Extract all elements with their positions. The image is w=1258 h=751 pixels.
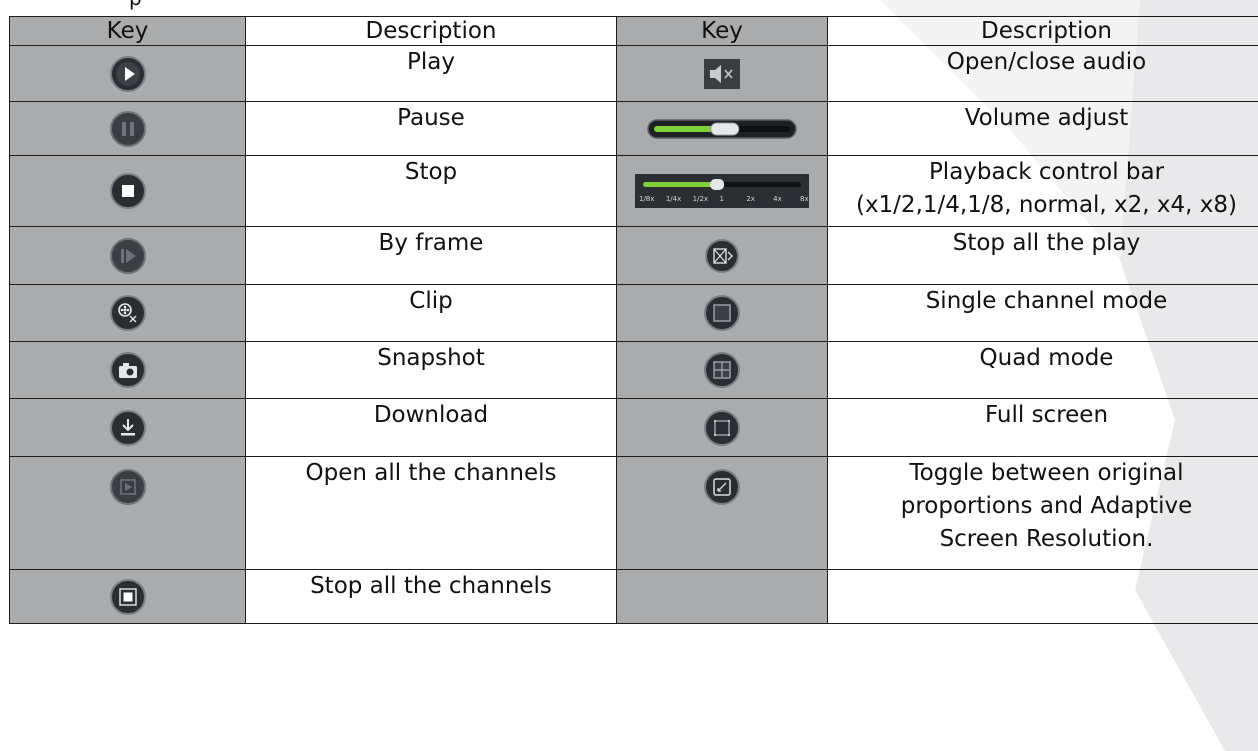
key-cell: [9, 569, 246, 624]
speed-label: 1: [720, 195, 724, 203]
table-row: By frame Stop all the play: [9, 226, 1258, 285]
description-cell: Snapshot: [245, 341, 617, 399]
key-cell: [616, 398, 828, 457]
table-row: Download Full screen: [9, 398, 1258, 457]
fullscreen-icon: [704, 409, 740, 446]
description-cell: Stop all the channels: [245, 569, 617, 624]
aspect-toggle-icon: [704, 469, 740, 505]
key-cell: [9, 456, 246, 570]
description-cell: By frame: [245, 226, 617, 285]
key-cell: [9, 45, 246, 102]
speed-label: 1/2x: [693, 195, 708, 203]
key-cell: [616, 456, 828, 570]
description-line: proportions and Adaptive: [900, 493, 1193, 519]
table-row: Stop 1/8x 1/4x 1/2x 1 2x 4x 8x Playback contro…: [9, 155, 1258, 227]
speed-label: 1/8x: [639, 195, 654, 203]
key-cell: [616, 101, 828, 156]
key-cell: [616, 226, 828, 285]
volume-slider-icon: [647, 118, 797, 140]
pause-icon: [109, 110, 146, 147]
speed-label: 8x: [800, 195, 809, 203]
description-cell: Open/close audio: [827, 45, 1258, 102]
keys-table-container: p Key Description Key Description Play: [9, 0, 1258, 751]
key-cell: [9, 101, 246, 156]
description-cell: Stop all the play: [827, 226, 1258, 285]
header-key-1: Key: [9, 16, 246, 46]
description-cell: Toggle between original proportions and …: [827, 456, 1258, 570]
single-channel-icon: [704, 295, 740, 331]
stop-icon: [109, 173, 146, 209]
key-cell: 1/8x 1/4x 1/2x 1 2x 4x 8x: [616, 155, 828, 227]
clip-scissors-icon: [109, 295, 146, 331]
description-line: Screen Resolution.: [939, 526, 1154, 552]
description-cell: Clip: [245, 284, 617, 342]
description-cell: Open all the channels: [245, 456, 617, 570]
header-key-2: Key: [616, 16, 828, 46]
key-cell: [616, 284, 828, 342]
key-cell: [616, 45, 828, 102]
caption-fragment: p: [129, 0, 142, 10]
table-row: Open all the channels Toggle between ori…: [9, 456, 1258, 570]
description-line: Toggle between original: [909, 460, 1184, 486]
frame-step-icon: [109, 237, 146, 274]
description-cell: Full screen: [827, 398, 1258, 457]
download-icon: [109, 409, 146, 446]
description-cell: Stop: [245, 155, 617, 227]
stop-all-channels-icon: [109, 578, 146, 615]
table-row: Play Open/close audio: [9, 45, 1258, 102]
description-cell: Single channel mode: [827, 284, 1258, 342]
mute-speaker-icon: [704, 58, 740, 89]
key-cell: [9, 284, 246, 342]
speed-label: 4x: [773, 195, 782, 203]
description-cell: Download: [245, 398, 617, 457]
table-row: Stop all the channels: [9, 569, 1258, 624]
header-description-1: Description: [245, 16, 617, 46]
key-cell-empty: [616, 569, 828, 624]
key-cell: [616, 341, 828, 399]
table-row: Clip Single channel mode: [9, 284, 1258, 342]
description-line: Playback control bar: [928, 159, 1165, 185]
table-header-row: Key Description Key Description: [9, 16, 1258, 46]
description-cell-empty: [827, 569, 1258, 624]
speed-label: 2x: [746, 195, 755, 203]
description-cell: Volume adjust: [827, 101, 1258, 156]
quad-grid-icon: [704, 352, 740, 388]
table-row: Snapshot Quad mode: [9, 341, 1258, 399]
table-row: Pause Volume adjust: [9, 101, 1258, 156]
description-line: (x1/2,1/4,1/8, normal, x2, x4, x8): [855, 192, 1238, 218]
open-all-channels-icon: [109, 469, 146, 505]
key-cell: [9, 155, 246, 227]
camera-icon: [109, 352, 146, 388]
speed-label: 1/4x: [666, 195, 681, 203]
keys-table: Key Description Key Description Play Ope…: [9, 16, 1258, 624]
header-description-2: Description: [827, 16, 1258, 46]
description-cell: Quad mode: [827, 341, 1258, 399]
playback-speed-bar-icon: 1/8x 1/4x 1/2x 1 2x 4x 8x: [635, 174, 809, 208]
description-cell: Playback control bar (x1/2,1/4,1/8, norm…: [827, 155, 1258, 227]
description-cell: Pause: [245, 101, 617, 156]
key-cell: [9, 398, 246, 457]
stop-all-play-icon: [705, 238, 739, 273]
description-cell: Play: [245, 45, 617, 102]
play-icon: [109, 55, 146, 92]
key-cell: [9, 226, 246, 285]
key-cell: [9, 341, 246, 399]
